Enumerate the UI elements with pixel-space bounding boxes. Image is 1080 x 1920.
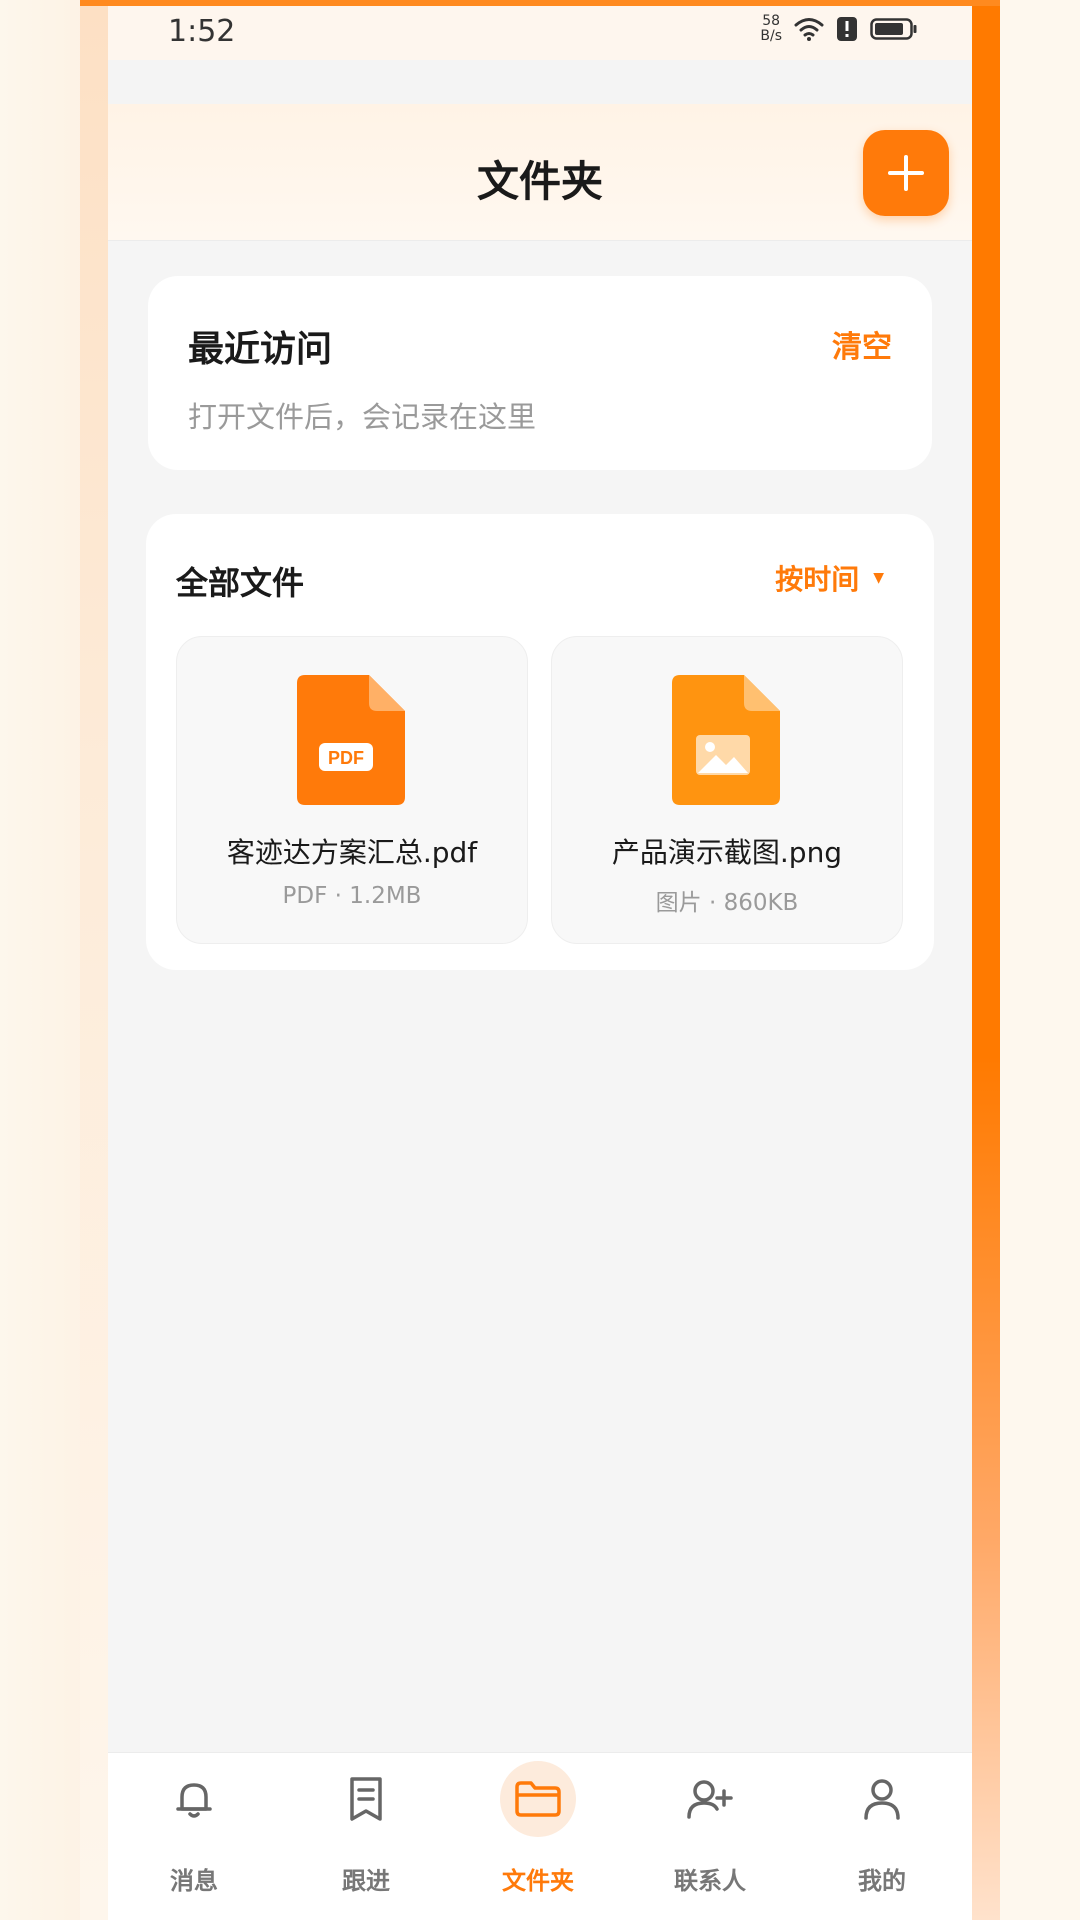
clear-button[interactable]: 清空 [832, 322, 892, 366]
file-tile[interactable]: PDF 客迹达方案汇总.pdf PDF · 1.2MB [176, 636, 528, 944]
sort-dropdown[interactable]: 按时间 ▼ [775, 558, 884, 598]
recent-card: 最近访问 清空 打开文件后，会记录在这里 [148, 276, 932, 470]
nav-icon-holder [156, 1761, 232, 1837]
net-speed-unit: B/s [760, 28, 782, 44]
nav-icon-holder [500, 1761, 576, 1837]
caret-down-icon: ▼ [873, 570, 884, 586]
status-icons: 58 B/s [760, 14, 918, 44]
status-time: 1:52 [168, 14, 236, 49]
sort-label: 按时间 [775, 563, 860, 596]
left-glow [80, 0, 108, 1920]
files-card: 全部文件 按时间 ▼ PDF 客迹达方案汇总.pdf PDF · 1.2MB 产… [146, 514, 934, 970]
person-icon [864, 1779, 900, 1820]
nav-item-me[interactable]: 我的 [796, 1753, 968, 1920]
nav-item-folder[interactable]: 文件夹 [452, 1753, 624, 1920]
nav-label: 联系人 [674, 1867, 746, 1895]
alert-icon [837, 17, 857, 41]
nav-icon-holder [844, 1761, 920, 1837]
nav-icon-holder [672, 1761, 748, 1837]
file-tile[interactable]: 产品演示截图.png 图片 · 860KB [551, 636, 903, 944]
page-header: 文件夹 [108, 104, 972, 241]
nav-label: 消息 [170, 1867, 218, 1895]
note-icon [350, 1777, 382, 1821]
image-file-icon [672, 675, 780, 805]
files-title: 全部文件 [176, 564, 305, 602]
battery-icon [870, 18, 917, 40]
nav-label: 我的 [858, 1867, 906, 1895]
recent-title: 最近访问 [188, 329, 333, 370]
nav-item-followup[interactable]: 跟进 [280, 1753, 452, 1920]
page-title: 文件夹 [476, 157, 603, 206]
bottom-nav: 消息 跟进 文件夹 联系人 我的 [108, 1752, 972, 1920]
status-gap [108, 60, 972, 104]
net-speed-value: 58 [762, 13, 781, 29]
nav-label: 跟进 [342, 1867, 390, 1895]
file-name: 产品演示截图.png [611, 836, 843, 869]
wifi-icon [794, 18, 824, 41]
nav-item-contacts[interactable]: 联系人 [624, 1753, 796, 1920]
file-meta: 图片 · 860KB [655, 890, 799, 916]
file-name: 客迹达方案汇总.pdf [226, 836, 478, 869]
orange-side-band [972, 0, 1000, 1920]
nav-label: 文件夹 [502, 1867, 574, 1895]
recent-empty-hint: 打开文件后，会记录在这里 [188, 400, 537, 434]
phone-screen: 1:52 58 B/s 文件夹 最近访问 清空 打开文件后，会记录在这里 全部文… [108, 6, 972, 1920]
file-meta: PDF · 1.2MB [282, 883, 422, 909]
add-button[interactable] [863, 130, 949, 216]
plus-icon [888, 155, 924, 191]
add-contact-icon [687, 1780, 733, 1819]
pdf-file-icon: PDF [297, 675, 405, 805]
nav-item-messages[interactable]: 消息 [108, 1753, 280, 1920]
net-speed: 58 B/s [760, 14, 782, 44]
pdf-badge-text: PDF [328, 748, 364, 768]
status-bar: 1:52 58 B/s [108, 6, 972, 60]
bell-icon [176, 1783, 212, 1818]
folder-icon [515, 1781, 561, 1817]
nav-icon-holder [328, 1761, 404, 1837]
